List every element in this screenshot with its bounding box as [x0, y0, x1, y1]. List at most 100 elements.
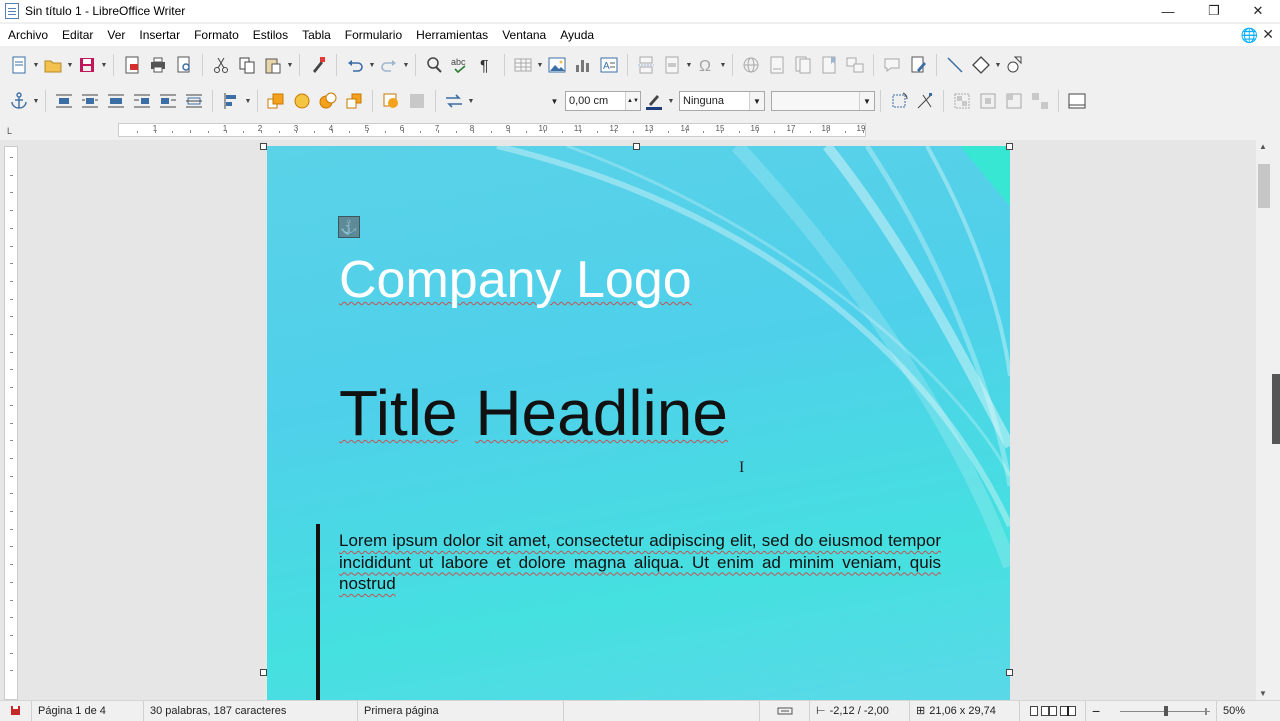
close-document-button[interactable]: ✕ [1262, 26, 1274, 43]
sidebar-expand-handle[interactable] [1272, 374, 1280, 444]
scrollbar-thumb[interactable] [1258, 164, 1270, 208]
undo-dropdown-icon[interactable]: ▼ [368, 62, 376, 69]
track-changes-icon[interactable] [905, 52, 931, 78]
special-char-dropdown-icon[interactable]: ▼ [719, 62, 727, 69]
anchor-dropdown-icon[interactable]: ▼ [32, 98, 40, 105]
menu-estilos[interactable]: Estilos [246, 28, 295, 42]
spin-icon[interactable]: ▲▼ [625, 92, 640, 110]
menu-archivo[interactable]: Archivo [0, 28, 55, 42]
enter-group-icon[interactable] [975, 88, 1001, 114]
company-logo-text[interactable]: Company Logo [339, 250, 692, 310]
insert-textbox-icon[interactable]: A [596, 52, 622, 78]
to-foreground-icon[interactable] [378, 88, 404, 114]
paste-dropdown-icon[interactable]: ▼ [286, 62, 294, 69]
menu-tabla[interactable]: Tabla [295, 28, 338, 42]
endnote-icon[interactable] [790, 52, 816, 78]
wrap-page-icon[interactable] [77, 88, 103, 114]
area-fill-select[interactable]: ▼ [771, 91, 875, 111]
menu-ver[interactable]: Ver [100, 28, 132, 42]
multi-page-view-icon[interactable] [1040, 705, 1057, 716]
line-color-icon[interactable] [641, 88, 667, 114]
page-style-status[interactable]: Primera página [358, 700, 564, 721]
wrap-left-icon[interactable] [129, 88, 155, 114]
menu-ayuda[interactable]: Ayuda [553, 28, 601, 42]
copy-icon[interactable] [234, 52, 260, 78]
globe-icon[interactable]: 🌐 [1241, 27, 1258, 44]
paste-icon[interactable] [260, 52, 286, 78]
bring-to-front-icon[interactable] [263, 88, 289, 114]
points-icon[interactable] [912, 88, 938, 114]
save-icon[interactable] [74, 52, 100, 78]
line-width-field[interactable]: 0,00 cm ▲▼ [565, 91, 641, 111]
object-anchor-icon[interactable]: ⚓ [338, 216, 360, 238]
table-dropdown-icon[interactable]: ▼ [536, 62, 544, 69]
insert-image-icon[interactable] [544, 52, 570, 78]
vertical-ruler[interactable] [4, 146, 18, 700]
align-objects-icon[interactable] [218, 88, 244, 114]
line-color-dropdown-icon[interactable]: ▼ [667, 98, 675, 105]
to-background-icon[interactable] [404, 88, 430, 114]
wrap-optimal-icon[interactable] [103, 88, 129, 114]
sidebar-toggle-icon[interactable] [1064, 88, 1090, 114]
minimize-button[interactable]: — [1146, 0, 1190, 22]
formatting-marks-icon[interactable]: ¶ [473, 52, 499, 78]
print-preview-icon[interactable] [171, 52, 197, 78]
single-page-view-icon[interactable] [1029, 705, 1038, 716]
menu-insertar[interactable]: Insertar [132, 28, 187, 42]
insert-table-icon[interactable] [510, 52, 536, 78]
ungroup-icon[interactable] [1027, 88, 1053, 114]
arrow-style-icon[interactable] [441, 88, 467, 114]
shapes-dropdown-icon[interactable]: ▼ [994, 62, 1002, 69]
vertical-scrollbar[interactable]: ▲ ▼ [1256, 140, 1272, 700]
area-fill-dropdown-icon[interactable]: ▼ [859, 92, 874, 110]
insert-line-icon[interactable] [942, 52, 968, 78]
field-dropdown-icon[interactable]: ▼ [685, 62, 693, 69]
save-status-icon[interactable] [0, 700, 32, 721]
wrap-through-icon[interactable] [181, 88, 207, 114]
bookmark-icon[interactable] [816, 52, 842, 78]
wrap-right-icon[interactable] [155, 88, 181, 114]
undo-icon[interactable] [342, 52, 368, 78]
comment-icon[interactable] [879, 52, 905, 78]
find-replace-icon[interactable] [421, 52, 447, 78]
area-style-select[interactable]: Ninguna ▼ [679, 91, 765, 111]
special-character-icon[interactable]: Ω [693, 52, 719, 78]
align-dropdown-icon[interactable]: ▼ [244, 98, 252, 105]
page-break-icon[interactable] [633, 52, 659, 78]
spelling-icon[interactable]: abc [447, 52, 473, 78]
insert-field-icon[interactable] [659, 52, 685, 78]
redo-icon[interactable] [376, 52, 402, 78]
arrow-dropdown-icon[interactable]: ▼ [467, 98, 475, 105]
export-pdf-icon[interactable] [119, 52, 145, 78]
restore-button[interactable]: ❐ [1192, 0, 1236, 22]
zoom-out-icon[interactable]: − [1092, 703, 1100, 719]
title-headline[interactable]: Title Headline [339, 376, 728, 450]
line-style-dropdown-icon[interactable]: ▼ [547, 92, 562, 110]
resize-handle[interactable] [1006, 669, 1013, 676]
wrap-off-icon[interactable] [51, 88, 77, 114]
zoom-level[interactable]: 50% [1216, 700, 1252, 721]
tab-stop-selector-icon[interactable]: L [7, 126, 12, 136]
resize-handle[interactable] [260, 143, 267, 150]
zoom-slider-thumb[interactable] [1164, 706, 1168, 716]
scroll-up-icon[interactable]: ▲ [1259, 142, 1267, 151]
insert-chart-icon[interactable] [570, 52, 596, 78]
print-icon[interactable] [145, 52, 171, 78]
rotate-icon[interactable] [886, 88, 912, 114]
redo-dropdown-icon[interactable]: ▼ [402, 62, 410, 69]
area-style-dropdown-icon[interactable]: ▼ [749, 92, 764, 110]
back-one-icon[interactable] [315, 88, 341, 114]
send-to-back-icon[interactable] [341, 88, 367, 114]
horizontal-ruler[interactable]: 1 1 2 3 4 5 6 7 8 9 10 11 12 13 14 15 16… [118, 123, 866, 137]
hyperlink-icon[interactable] [738, 52, 764, 78]
clone-formatting-icon[interactable] [305, 52, 331, 78]
exit-group-icon[interactable] [1001, 88, 1027, 114]
menu-editar[interactable]: Editar [55, 28, 100, 42]
resize-handle[interactable] [260, 669, 267, 676]
scroll-down-icon[interactable]: ▼ [1259, 689, 1267, 698]
open-folder-icon[interactable] [40, 52, 66, 78]
page-number-status[interactable]: Página 1 de 4 [32, 700, 144, 721]
anchor-icon[interactable] [6, 88, 32, 114]
language-status[interactable] [564, 700, 760, 721]
footnote-icon[interactable] [764, 52, 790, 78]
